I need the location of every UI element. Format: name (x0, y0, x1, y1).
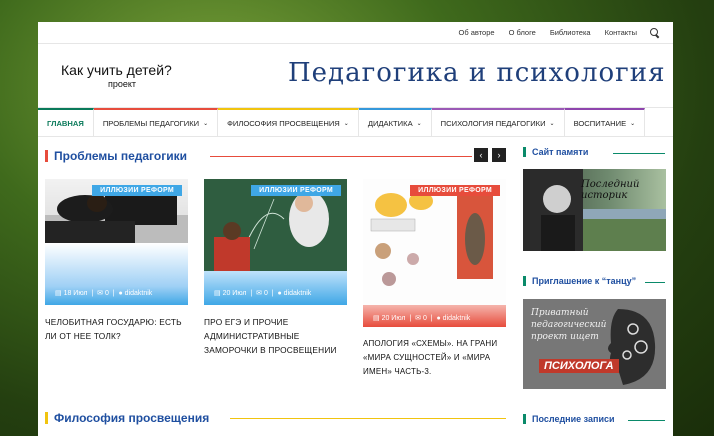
nav-item-philosophy[interactable]: ФИЛОСОФИЯ ПРОСВЕЩЕНИЯ ⌄ (218, 108, 359, 136)
user-icon: ● (118, 290, 123, 297)
slider-prev-button[interactable]: ‹ (474, 148, 488, 162)
invite-banner-accent: ПСИХОЛОГА (539, 359, 619, 373)
section-divider (230, 418, 506, 419)
post-meta: ▤ 20 Июл | ✉ 0 | ● didaktnik (214, 290, 312, 297)
post-author[interactable]: didaktnik (125, 290, 153, 297)
sidebar-divider (613, 153, 665, 154)
topbar-link-about-blog[interactable]: О блоге (502, 28, 543, 37)
post-date[interactable]: 20 Июл (382, 315, 406, 322)
nav-item-label: ПРОБЛЕМЫ ПЕДАГОГИКИ (102, 118, 200, 128)
sidebar-divider (645, 282, 665, 283)
post-meta: ▤ 20 Июл | ✉ 0 | ● didaktnik (373, 315, 471, 322)
slider-next-button[interactable]: › (492, 148, 506, 162)
chevron-left-icon: ‹ (479, 150, 483, 160)
chevron-down-icon: ⌄ (343, 120, 349, 127)
post-date[interactable]: 20 Июл (223, 290, 247, 297)
top-bar: Об авторе О блоге Библиотека Контакты (38, 22, 673, 44)
sidebar-accent-bar (523, 414, 526, 424)
sidebar-title: Последние записи (532, 414, 615, 424)
content-area: Проблемы педагогики ‹ › ИЛЛЮЗИИ РЕФОРМ ▤ (38, 139, 673, 436)
comment-icon: ✉ (415, 315, 422, 322)
post-thumbnail[interactable]: ИЛЛЮЗИИ РЕФОРМ (363, 179, 506, 305)
topbar-link-library[interactable]: Библиотека (543, 28, 598, 37)
comment-icon: ✉ (97, 290, 104, 297)
sidebar-header-memory: Сайт памяти (523, 147, 588, 157)
nav-item-label: ВОСПИТАНИЕ (573, 118, 627, 128)
topbar-link-about-author[interactable]: Об авторе (451, 28, 501, 37)
comment-count[interactable]: 0 (264, 290, 268, 297)
user-icon: ● (436, 315, 441, 322)
section-header-problems: Проблемы педагогики (45, 149, 187, 163)
nav-item-label: ДИДАКТИКА (367, 118, 413, 128)
sidebar-divider (628, 420, 665, 421)
post-card[interactable]: ИЛЛЮЗИИ РЕФОРМ ▤ 18 Июл | ✉ 0 | ● didakt… (45, 179, 188, 343)
chevron-down-icon: ⌄ (203, 120, 209, 127)
invite-banner-text: Приватный педагогический проект ищет (531, 308, 607, 342)
sidebar-accent-bar (523, 147, 526, 157)
section-header-philosophy: Философия просвещения (45, 411, 209, 425)
post-meta-area: ▤ 20 Июл | ✉ 0 | ● didaktnik (204, 271, 347, 305)
sidebar-header-recent: Последние записи (523, 414, 615, 424)
user-icon: ● (277, 290, 282, 297)
category-badge[interactable]: ИЛЛЮЗИИ РЕФОРМ (251, 185, 341, 196)
nav-item-problems[interactable]: ПРОБЛЕМЫ ПЕДАГОГИКИ ⌄ (93, 108, 219, 136)
memory-banner-text: Последний историк (581, 179, 640, 201)
category-badge[interactable]: ИЛЛЮЗИИ РЕФОРМ (92, 185, 182, 196)
post-image (363, 179, 506, 305)
section-title[interactable]: Философия просвещения (54, 411, 209, 425)
sidebar-accent-bar (523, 276, 526, 286)
calendar-icon: ▤ (214, 290, 221, 297)
post-headline[interactable]: ПРО ЕГЭ И ПРОЧИЕ АДМИНИСТРАТИВНЫЕ ЗАМОРО… (204, 315, 347, 357)
main-nav: ГЛАВНАЯ ПРОБЛЕМЫ ПЕДАГОГИКИ ⌄ ФИЛОСОФИЯ П… (38, 107, 673, 137)
page: Об авторе О блоге Библиотека Контакты Ка… (38, 22, 673, 436)
nav-item-didactics[interactable]: ДИДАКТИКА ⌄ (358, 108, 432, 136)
nav-item-home[interactable]: ГЛАВНАЯ (38, 108, 94, 136)
brand-subtitle: проект (108, 79, 137, 89)
chevron-down-icon: ⌄ (549, 120, 555, 127)
section-accent-bar (45, 150, 48, 162)
comment-icon: ✉ (256, 290, 263, 297)
calendar-icon: ▤ (373, 315, 380, 322)
post-headline[interactable]: АПОЛОГИЯ «СХЕМЫ». НА ГРАНИ «МИРА СУЩНОСТ… (363, 337, 506, 379)
post-meta: ▤ 18 Июл | ✉ 0 | ● didaktnik (55, 290, 153, 297)
nav-item-label: ГЛАВНАЯ (47, 118, 84, 128)
post-meta-area: ▤ 20 Июл | ✉ 0 | ● didaktnik (363, 305, 506, 327)
post-thumbnail[interactable]: ИЛЛЮЗИИ РЕФОРМ (204, 179, 347, 271)
comment-count[interactable]: 0 (105, 290, 109, 297)
memory-banner[interactable]: Последний историк (523, 169, 666, 251)
section-title[interactable]: Проблемы педагогики (54, 149, 187, 163)
post-card[interactable]: ИЛЛЮЗИИ РЕФОРМ ▤ 20 Июл | ✉ 0 | ● didakt… (363, 179, 506, 379)
site-header: Как учить детей? проект Педагогика и пси… (38, 44, 673, 107)
post-card[interactable]: ИЛЛЮЗИИ РЕФОРМ ▤ 20 Июл | ✉ 0 | ● didakt… (204, 179, 347, 357)
nav-item-label: ФИЛОСОФИЯ ПРОСВЕЩЕНИЯ (227, 118, 340, 128)
chevron-down-icon: ⌄ (630, 120, 636, 127)
search-icon[interactable] (650, 28, 659, 37)
post-author[interactable]: didaktnik (284, 290, 312, 297)
sidebar-title: Сайт памяти (532, 147, 589, 157)
nav-item-psychology[interactable]: ПСИХОЛОГИЯ ПЕДАГОГИКИ ⌄ (431, 108, 565, 136)
calendar-icon: ▤ (55, 290, 62, 297)
site-title[interactable]: Педагогика и психология (288, 58, 665, 88)
invite-banner[interactable]: Приватный педагогический проект ищет ПСИ… (523, 299, 666, 389)
section-divider (210, 156, 472, 157)
topbar-link-contacts[interactable]: Контакты (598, 28, 644, 37)
post-meta-area: ▤ 18 Июл | ✉ 0 | ● didaktnik (45, 243, 188, 305)
sidebar-header-invite: Приглашение к “танцу” (523, 276, 636, 286)
brand-title[interactable]: Как учить детей? (61, 62, 172, 78)
nav-item-label: ПСИХОЛОГИЯ ПЕДАГОГИКИ (440, 118, 546, 128)
nav-item-upbringing[interactable]: ВОСПИТАНИЕ ⌄ (564, 108, 646, 136)
post-thumbnail[interactable]: ИЛЛЮЗИИ РЕФОРМ (45, 179, 188, 243)
comment-count[interactable]: 0 (423, 315, 427, 322)
post-date[interactable]: 18 Июл (64, 290, 88, 297)
category-badge[interactable]: ИЛЛЮЗИИ РЕФОРМ (410, 185, 500, 196)
post-author[interactable]: didaktnik (443, 315, 471, 322)
chevron-right-icon: › (497, 150, 501, 160)
section-accent-bar (45, 412, 48, 424)
post-headline[interactable]: ЧЕЛОБИТНАЯ ГОСУДАРЮ: ЕСТЬ ЛИ ОТ НЕЕ ТОЛК… (45, 315, 188, 343)
chevron-down-icon: ⌄ (416, 120, 422, 127)
sidebar-title: Приглашение к “танцу” (532, 276, 637, 286)
